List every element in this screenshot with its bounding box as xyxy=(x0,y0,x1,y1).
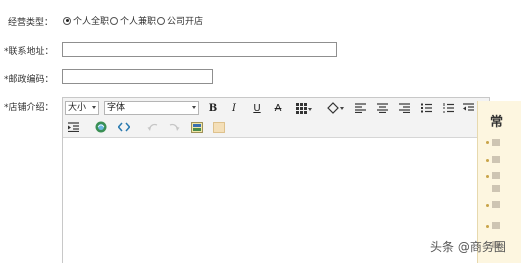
redo-button[interactable] xyxy=(167,120,181,134)
indent-icon xyxy=(67,122,79,132)
zip-input[interactable] xyxy=(62,69,213,84)
tip-bullet-icon xyxy=(486,204,489,207)
chevron-down-icon xyxy=(192,106,196,109)
zip-label: *邮政编码： xyxy=(4,75,54,85)
address-input[interactable] xyxy=(62,42,337,57)
ordered-list-icon xyxy=(442,103,454,113)
undo-button[interactable] xyxy=(145,120,159,134)
insert-image-button[interactable] xyxy=(190,120,204,134)
tip-text-fragment xyxy=(492,222,500,229)
font-family-value: 字体 xyxy=(107,103,126,113)
align-center-button[interactable] xyxy=(375,101,389,115)
emoticon-button[interactable] xyxy=(212,120,226,134)
unordered-list-icon xyxy=(420,103,432,113)
emoticon-icon xyxy=(213,121,225,133)
italic-button[interactable]: I xyxy=(227,101,241,115)
tip-text-fragment xyxy=(492,156,500,163)
radio-option-fulltime[interactable]: 个人全职 xyxy=(63,14,109,27)
tip-text-fragment xyxy=(492,201,500,208)
watermark-text: 头条 @商务圈 xyxy=(430,240,506,254)
unordered-list-button[interactable] xyxy=(419,101,433,115)
tip-bullet-icon xyxy=(486,175,489,178)
tip-bullet-icon xyxy=(486,225,489,228)
strikethrough-button[interactable]: A xyxy=(271,101,285,115)
tip-text-fragment xyxy=(492,185,500,192)
tip-title: 常 xyxy=(490,115,504,130)
align-left-button[interactable] xyxy=(353,101,367,115)
font-size-value: 大小 xyxy=(68,103,87,113)
align-center-icon xyxy=(376,103,388,113)
strikethrough-icon: A xyxy=(274,102,282,114)
insert-link-button[interactable] xyxy=(94,120,108,134)
address-label: *联系地址： xyxy=(4,47,54,57)
insert-link-icon xyxy=(95,121,107,133)
tip-text-fragment xyxy=(492,172,500,179)
fill-color-icon xyxy=(327,102,344,114)
radio-option-parttime[interactable]: 个人兼职 xyxy=(110,14,156,27)
table-icon xyxy=(296,102,312,114)
underline-button[interactable]: U xyxy=(250,101,264,115)
editor-content-area[interactable] xyxy=(63,139,489,263)
radio-label-company: 公司开店 xyxy=(167,17,204,27)
editor-toolbar: 大小 字体 B I U A xyxy=(63,98,489,138)
tip-bullet-icon xyxy=(486,141,489,144)
business-type-label: 经营类型： xyxy=(8,18,54,28)
radio-label-parttime: 个人兼职 xyxy=(120,17,157,27)
intro-label: *店铺介绍： xyxy=(4,103,54,113)
indent-button[interactable] xyxy=(66,120,80,134)
redo-icon xyxy=(169,123,179,131)
radio-button[interactable] xyxy=(157,16,166,25)
undo-icon xyxy=(147,123,157,131)
italic-icon: I xyxy=(232,102,236,114)
align-left-icon xyxy=(354,103,366,113)
insert-image-icon xyxy=(191,121,203,133)
outdent-icon xyxy=(462,103,474,111)
watermark: 头条 @商务圈 xyxy=(430,238,506,255)
radio-option-company[interactable]: 公司开店 xyxy=(157,14,203,27)
align-right-icon xyxy=(398,103,410,113)
underline-icon: U xyxy=(253,102,261,114)
chevron-down-icon xyxy=(92,106,96,109)
font-size-select[interactable]: 大小 xyxy=(65,101,99,115)
source-code-button[interactable] xyxy=(117,120,131,134)
radio-button-checked[interactable] xyxy=(63,16,71,25)
fill-color-button[interactable] xyxy=(325,101,347,115)
outdent-button[interactable] xyxy=(461,101,475,115)
radio-button[interactable] xyxy=(110,16,119,25)
business-type-radio-group: 个人全职 个人兼职 公司开店 xyxy=(63,14,204,27)
bold-button[interactable]: B xyxy=(206,101,220,115)
rich-text-editor: 大小 字体 B I U A xyxy=(62,97,490,263)
table-button[interactable] xyxy=(294,101,314,115)
source-code-icon xyxy=(118,122,130,132)
font-family-select[interactable]: 字体 xyxy=(104,101,199,115)
tip-text-fragment xyxy=(492,139,500,146)
bold-icon: B xyxy=(208,102,218,114)
tip-bullet-icon xyxy=(486,159,489,162)
ordered-list-button[interactable] xyxy=(441,101,455,115)
radio-label-fulltime: 个人全职 xyxy=(73,17,110,27)
align-right-button[interactable] xyxy=(397,101,411,115)
